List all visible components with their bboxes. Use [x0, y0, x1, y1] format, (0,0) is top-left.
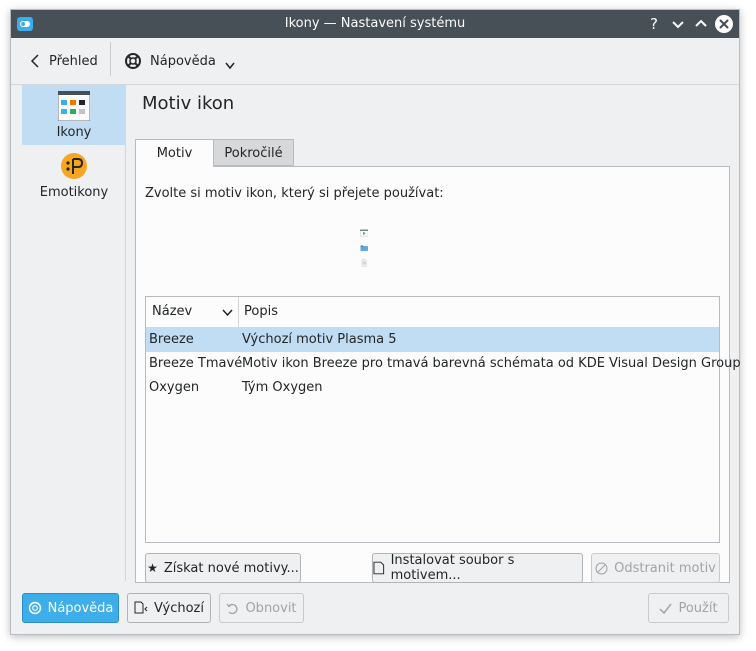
remove-theme-button[interactable]: Odstranit motiv — [591, 553, 720, 583]
sidebar-item-label: Emotikony — [39, 185, 109, 200]
folder-icon — [360, 245, 368, 252]
toolbar-divider — [110, 42, 111, 76]
document-icon — [361, 259, 367, 267]
minimize-icon[interactable] — [669, 15, 687, 33]
sort-chevron-down-icon — [222, 309, 233, 317]
theme-name: Breeze Tmavé — [149, 356, 243, 371]
maximize-icon[interactable] — [692, 15, 710, 33]
footer-help-label: Nápověda — [47, 600, 114, 616]
file-icon — [373, 561, 385, 575]
settings-window: Ikony — Nastavení systému ? Přehled Nápo… — [10, 9, 741, 635]
help-menu-button[interactable]: Nápověda — [124, 38, 236, 84]
icon-preview — [360, 226, 369, 271]
tab-advanced[interactable]: Pokročilé — [214, 139, 294, 166]
back-label: Přehled — [49, 53, 98, 69]
theme-panel: Zvolte si motiv ikon, který si přejete p… — [135, 166, 741, 583]
checkmark-icon — [659, 603, 673, 614]
lifebuoy-icon — [125, 53, 141, 69]
table-row[interactable]: Oxygen Tým Oxygen — [146, 376, 719, 400]
theme-name: Oxygen — [149, 380, 200, 395]
tab-theme[interactable]: Motiv — [135, 139, 214, 167]
title-bar[interactable]: Ikony — Nastavení systému ? — [11, 10, 739, 38]
theme-description: Tým Oxygen — [242, 380, 323, 395]
theme-description: Výchozí motiv Plasma 5 — [242, 332, 397, 347]
reset-button[interactable]: Obnovit — [219, 593, 304, 623]
reset-label: Obnovit — [245, 600, 297, 616]
list-header: Název Popis — [146, 297, 719, 328]
sidebar-item-icons[interactable]: Ikony — [22, 85, 126, 145]
theme-description: Motiv ikon Breeze pro tmavá barevná sché… — [242, 356, 741, 371]
chevron-left-icon — [30, 54, 39, 68]
sidebar-item-label: Ikony — [56, 125, 92, 140]
sidebar: Ikony Emotikony — [22, 85, 126, 581]
theme-list[interactable]: Název Popis Breeze Výchozí motiv Plasma … — [145, 296, 741, 543]
defaults-button[interactable]: Výchozí — [127, 593, 211, 623]
remove-theme-label: Odstranit motiv — [614, 560, 716, 576]
get-new-themes-label: Získat nové motivy... — [163, 560, 299, 576]
help-menu-label: Nápověda — [150, 53, 216, 69]
footer-help-button[interactable]: Nápověda — [22, 593, 119, 623]
column-description-header[interactable]: Popis — [244, 297, 278, 327]
theme-name: Breeze — [149, 332, 194, 347]
apply-button[interactable]: Použít — [648, 593, 729, 623]
undo-icon — [226, 603, 238, 614]
icons-module-icon — [58, 91, 90, 121]
lifebuoy-icon — [28, 601, 41, 615]
table-row[interactable]: Breeze Výchozí motiv Plasma 5 — [146, 328, 719, 352]
media-player-icon — [360, 229, 369, 237]
install-theme-file-button[interactable]: Instalovat soubor s motivem... — [372, 553, 583, 583]
star-icon: ★ — [147, 561, 158, 575]
emoticon-icon — [61, 153, 87, 179]
remove-icon — [595, 562, 608, 574]
toolbar: Přehled Nápověda — [11, 38, 739, 85]
install-theme-label: Instalovat soubor s motivem... — [390, 553, 515, 583]
close-icon[interactable] — [715, 15, 733, 33]
theme-prompt: Zvolte si motiv ikon, který si přejete p… — [145, 186, 444, 201]
apply-label: Použít — [678, 600, 718, 616]
defaults-icon — [134, 601, 148, 614]
column-divider — [238, 297, 239, 327]
get-new-themes-button[interactable]: ★ Získat nové motivy... — [145, 553, 301, 583]
page-title: Motiv ikon — [142, 93, 235, 114]
table-row[interactable]: Breeze Tmavé Motiv ikon Breeze pro tmavá… — [146, 352, 741, 376]
defaults-label: Výchozí — [153, 600, 204, 616]
window-title: Ikony — Nastavení systému — [284, 16, 466, 31]
help-icon[interactable]: ? — [645, 15, 663, 33]
chevron-down-icon — [225, 62, 235, 70]
sidebar-item-emoticons[interactable]: Emotikony — [22, 145, 126, 205]
back-button[interactable]: Přehled — [29, 38, 98, 84]
column-name-header[interactable]: Název — [152, 297, 192, 327]
